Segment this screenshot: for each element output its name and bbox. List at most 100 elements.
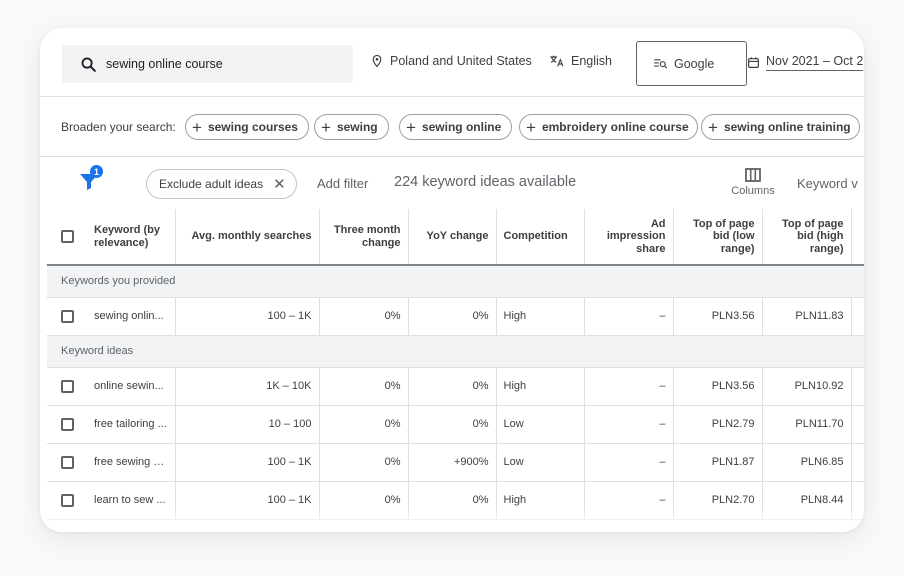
row-checkbox[interactable] [61,417,74,431]
search-query: sewing online course [106,57,223,71]
column-header-three-month-change[interactable]: Three month change [319,209,409,266]
ad-share-cell: – [584,367,674,406]
broaden-chip-embroidery-online-course[interactable]: + embroidery online course [519,114,698,140]
close-icon[interactable]: ✕ [273,175,286,193]
select-all-cell [47,209,87,266]
translate-icon [550,55,564,67]
broaden-chip-sewing-online[interactable]: + sewing online [399,114,513,140]
bid-low-cell: PLN3.56 [673,367,763,406]
location-pin-icon [372,54,382,68]
bid-low-cell: PLN2.79 [673,405,763,444]
table-row[interactable]: online sewin... 1K – 10K 0% 0% High – PL… [47,367,864,406]
divider [40,96,864,97]
three-month-cell: 0% [319,297,409,336]
column-header-bid-high[interactable]: Top of page bid (high range) [762,209,852,266]
competition-cell: High [496,297,585,336]
location-selector[interactable]: Poland and United States [370,54,532,68]
column-header-keyword[interactable]: Keyword (by relevance) [87,209,176,266]
columns-label: Columns [731,185,775,197]
table-row[interactable]: sewing onlin... 100 – 1K 0% 0% High – PL… [47,297,864,336]
three-month-cell: 0% [319,443,409,482]
calendar-icon [748,57,759,68]
row-select-cell [47,405,87,444]
location-label: Poland and United States [390,54,532,68]
bid-high-cell: PLN11.83 [762,297,852,336]
avg-searches-cell: 100 – 1K [175,443,320,482]
plus-icon: + [406,117,416,137]
row-checkbox[interactable] [61,493,74,507]
plus-icon: + [321,117,331,137]
competition-cell: Low [496,405,585,444]
keyword-cell[interactable]: free tailoring ... [87,405,176,444]
language-label: English [571,54,612,68]
yoy-cell: 0% [408,367,497,406]
three-month-cell: 0% [319,367,409,406]
column-header-overflow [851,209,864,266]
avg-searches-cell: 10 – 100 [175,405,320,444]
column-header-avg-monthly-searches[interactable]: Avg. monthly searches [175,209,320,266]
network-selector[interactable]: Google [636,41,747,86]
overflow-cell [851,443,864,482]
search-input[interactable]: sewing online course [62,45,353,83]
three-month-cell: 0% [319,405,409,444]
plus-icon: + [192,117,202,137]
yoy-cell: 0% [408,405,497,444]
ad-share-cell: – [584,405,674,444]
competition-cell: Low [496,443,585,482]
columns-icon [745,168,761,182]
bid-high-cell: PLN6.85 [762,443,852,482]
search-icon [81,57,96,72]
exclude-adult-ideas-chip[interactable]: Exclude adult ideas ✕ [146,169,297,199]
row-select-cell [47,443,87,482]
keyword-cell[interactable]: online sewin... [87,367,176,406]
bottom-fade [40,508,864,532]
keyword-planner-card: sewing online course Poland and United S… [40,28,864,532]
overflow-cell [851,405,864,444]
row-select-cell [47,297,87,336]
group-row-provided: Keywords you provided [47,265,864,298]
yoy-cell: 0% [408,297,497,336]
table-row[interactable]: free sewing c... 100 – 1K 0% +900% Low –… [47,443,864,482]
network-label: Google [674,56,715,71]
overflow-cell [851,367,864,406]
competition-cell: High [496,367,585,406]
keyword-cell[interactable]: sewing onlin... [87,297,176,336]
date-range-label: Nov 2021 – Oct 2 [766,54,864,71]
row-select-cell [47,367,87,406]
broaden-chip-sewing-online-training[interactable]: + sewing online training [701,114,860,140]
plus-icon: + [526,117,536,137]
bid-low-cell: PLN3.56 [673,297,763,336]
row-checkbox[interactable] [61,455,74,469]
select-all-checkbox[interactable] [61,229,74,243]
bid-high-cell: PLN10.92 [762,367,852,406]
plus-icon: + [708,117,718,137]
ad-share-cell: – [584,297,674,336]
bid-low-cell: PLN1.87 [673,443,763,482]
divider [40,156,864,157]
avg-searches-cell: 1K – 10K [175,367,320,406]
broaden-label: Broaden your search: [61,120,176,134]
ad-share-cell: – [584,443,674,482]
filter-count-badge: 1 [90,165,103,178]
column-header-bid-low[interactable]: Top of page bid (low range) [673,209,763,266]
bid-high-cell: PLN11.70 [762,405,852,444]
broaden-chip-sewing-courses[interactable]: + sewing courses [185,114,309,140]
keyword-cell[interactable]: free sewing c... [87,443,176,482]
column-header-yoy-change[interactable]: YoY change [408,209,497,266]
language-selector[interactable]: English [549,54,612,68]
overflow-cell [851,297,864,336]
column-header-ad-impression-share[interactable]: Ad impression share [584,209,674,266]
row-checkbox[interactable] [61,309,74,323]
date-range-selector[interactable]: Nov 2021 – Oct 2 [747,54,864,71]
column-header-competition[interactable]: Competition [496,209,585,266]
add-filter-button[interactable]: Add filter [317,176,368,191]
group-label: Keywords you provided [47,265,864,298]
row-checkbox[interactable] [61,379,74,393]
keyword-ideas-table: Keyword (by relevance) Avg. monthly sear… [47,209,864,520]
columns-button[interactable]: Columns [730,168,776,197]
group-row-ideas: Keyword ideas [47,335,864,368]
table-row[interactable]: free tailoring ... 10 – 100 0% 0% Low – … [47,405,864,444]
group-label: Keyword ideas [47,335,864,368]
keyword-view-selector[interactable]: Keyword v [797,176,858,191]
broaden-chip-sewing[interactable]: + sewing [314,114,389,140]
